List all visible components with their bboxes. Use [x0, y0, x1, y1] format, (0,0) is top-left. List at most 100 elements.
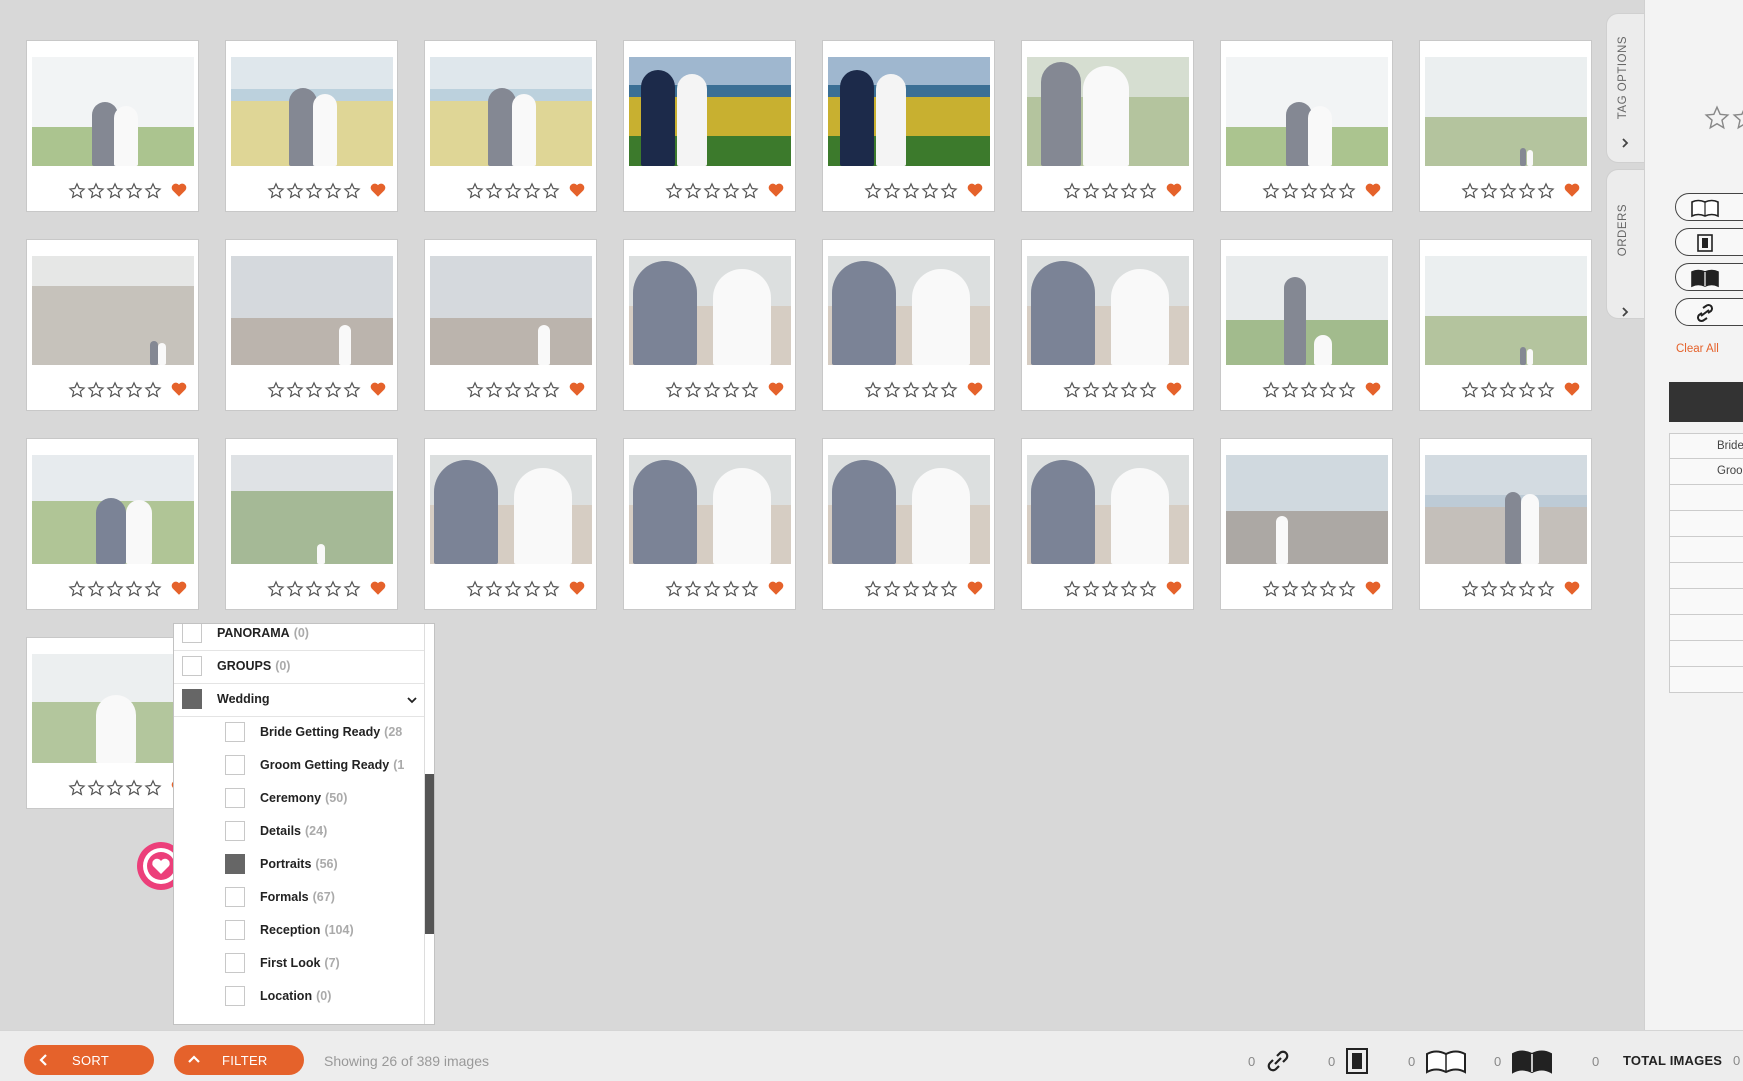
- filter-option[interactable]: Wedding: [174, 683, 424, 716]
- open-book-count-stat[interactable]: 0: [1408, 1047, 1467, 1075]
- star-icon[interactable]: [504, 182, 522, 200]
- heart-icon[interactable]: [170, 181, 188, 199]
- star-rating[interactable]: [267, 580, 361, 598]
- open-book-filter-button[interactable]: [1675, 193, 1743, 221]
- image-card[interactable]: [1419, 239, 1592, 411]
- star-icon[interactable]: [1262, 182, 1280, 200]
- filter-option[interactable]: Formals (67): [174, 881, 424, 914]
- filter-option[interactable]: Bride Getting Ready (28: [174, 716, 424, 749]
- closed-book-filter-button[interactable]: [1675, 263, 1743, 291]
- image-card[interactable]: [1021, 438, 1194, 610]
- star-icon[interactable]: [1082, 580, 1100, 598]
- image-card[interactable]: [822, 40, 995, 212]
- image-card[interactable]: [225, 40, 398, 212]
- star-icon[interactable]: [125, 182, 143, 200]
- star-icon[interactable]: [1518, 381, 1536, 399]
- star-icon[interactable]: [921, 580, 939, 598]
- heart-icon[interactable]: [1165, 181, 1183, 199]
- star-icon[interactable]: [87, 182, 105, 200]
- star-icon[interactable]: [523, 580, 541, 598]
- star-icon[interactable]: [1063, 381, 1081, 399]
- panel-table-row[interactable]: [1669, 615, 1743, 641]
- star-icon[interactable]: [1319, 182, 1337, 200]
- star-icon[interactable]: [305, 381, 323, 399]
- photo-thumbnail[interactable]: [430, 455, 592, 564]
- panel-table-row[interactable]: Bride: [1669, 433, 1743, 459]
- filter-checkbox[interactable]: [182, 656, 202, 676]
- star-icon[interactable]: [1499, 580, 1517, 598]
- star-icon[interactable]: [1281, 182, 1299, 200]
- star-icon[interactable]: [466, 580, 484, 598]
- photo-thumbnail[interactable]: [828, 455, 990, 564]
- filter-option[interactable]: Ceremony (50): [174, 782, 424, 815]
- filter-option[interactable]: Reception (104): [174, 914, 424, 947]
- star-icon[interactable]: [703, 580, 721, 598]
- star-icon[interactable]: [1262, 381, 1280, 399]
- filter-option[interactable]: First Look (7): [174, 947, 424, 980]
- heart-icon[interactable]: [568, 579, 586, 597]
- panel-star-icon[interactable]: [1732, 105, 1743, 131]
- panel-table-row[interactable]: [1669, 667, 1743, 693]
- star-icon[interactable]: [504, 580, 522, 598]
- filter-checkbox[interactable]: [182, 624, 202, 643]
- heart-icon[interactable]: [369, 181, 387, 199]
- star-icon[interactable]: [542, 182, 560, 200]
- star-icon[interactable]: [1120, 182, 1138, 200]
- star-icon[interactable]: [87, 580, 105, 598]
- heart-icon[interactable]: [966, 579, 984, 597]
- star-icon[interactable]: [286, 580, 304, 598]
- star-icon[interactable]: [940, 381, 958, 399]
- star-icon[interactable]: [1139, 580, 1157, 598]
- star-icon[interactable]: [1319, 580, 1337, 598]
- tab-orders[interactable]: ORDERS: [1606, 169, 1644, 319]
- star-icon[interactable]: [1499, 182, 1517, 200]
- photo-thumbnail[interactable]: [629, 256, 791, 365]
- photo-thumbnail[interactable]: [231, 57, 393, 166]
- filter-checkbox[interactable]: [225, 722, 245, 742]
- star-icon[interactable]: [1338, 580, 1356, 598]
- panel-star-icon[interactable]: [1704, 105, 1730, 131]
- star-icon[interactable]: [665, 182, 683, 200]
- image-card[interactable]: [225, 239, 398, 411]
- star-icon[interactable]: [902, 381, 920, 399]
- star-icon[interactable]: [1063, 182, 1081, 200]
- star-icon[interactable]: [106, 381, 124, 399]
- star-icon[interactable]: [883, 182, 901, 200]
- star-icon[interactable]: [684, 182, 702, 200]
- heart-icon[interactable]: [1364, 181, 1382, 199]
- star-icon[interactable]: [1518, 182, 1536, 200]
- star-icon[interactable]: [106, 580, 124, 598]
- star-icon[interactable]: [1082, 182, 1100, 200]
- star-icon[interactable]: [703, 381, 721, 399]
- image-card[interactable]: [26, 40, 199, 212]
- heart-icon[interactable]: [1165, 579, 1183, 597]
- image-card[interactable]: [1021, 239, 1194, 411]
- star-icon[interactable]: [921, 381, 939, 399]
- star-icon[interactable]: [106, 182, 124, 200]
- star-icon[interactable]: [542, 381, 560, 399]
- star-icon[interactable]: [883, 381, 901, 399]
- star-icon[interactable]: [324, 381, 342, 399]
- filter-checkbox[interactable]: [225, 920, 245, 940]
- heart-icon[interactable]: [170, 579, 188, 597]
- star-icon[interactable]: [1480, 182, 1498, 200]
- filter-checkbox[interactable]: [225, 821, 245, 841]
- photo-thumbnail[interactable]: [828, 256, 990, 365]
- star-icon[interactable]: [1101, 182, 1119, 200]
- star-icon[interactable]: [68, 182, 86, 200]
- star-icon[interactable]: [902, 580, 920, 598]
- star-icon[interactable]: [1461, 381, 1479, 399]
- filter-checkbox[interactable]: [182, 689, 202, 709]
- filter-checkbox[interactable]: [225, 854, 245, 874]
- star-icon[interactable]: [1537, 182, 1555, 200]
- filter-option[interactable]: Groom Getting Ready (1: [174, 749, 424, 782]
- star-icon[interactable]: [1461, 182, 1479, 200]
- heart-icon[interactable]: [767, 380, 785, 398]
- star-icon[interactable]: [864, 182, 882, 200]
- sort-button[interactable]: SORT: [24, 1045, 154, 1075]
- star-icon[interactable]: [1338, 182, 1356, 200]
- star-rating[interactable]: [864, 182, 958, 200]
- star-icon[interactable]: [1300, 182, 1318, 200]
- heart-icon[interactable]: [369, 579, 387, 597]
- star-icon[interactable]: [703, 182, 721, 200]
